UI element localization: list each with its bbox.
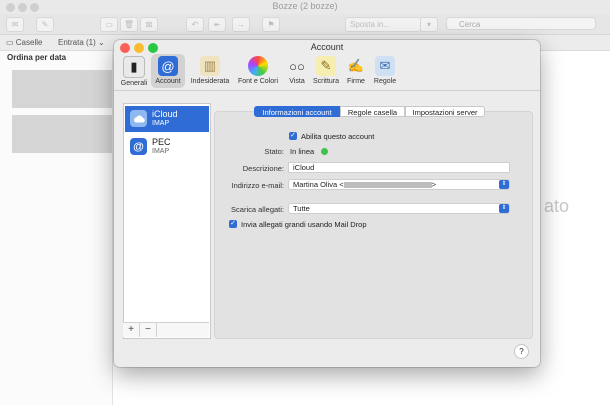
attachments-label: Scarica allegati: <box>231 205 284 214</box>
trash-icon: ▥ <box>200 56 220 76</box>
email-label: Indirizzo e-mail: <box>231 181 284 190</box>
rules-envelope-icon: ✉ <box>375 56 395 76</box>
toolbar-generali[interactable]: ▮ Generali <box>116 56 152 87</box>
remove-account-button[interactable]: − <box>140 323 157 337</box>
search-input[interactable]: Cerca <box>446 17 596 30</box>
at-icon: @ <box>130 138 147 155</box>
bg-close-button[interactable] <box>6 3 15 12</box>
enable-account-checkbox[interactable]: ✓ <box>289 132 297 140</box>
move-to-menu[interactable]: Sposta in... <box>345 17 421 32</box>
accounts-list: iCloud IMAP @ PEC IMAP <box>123 103 211 339</box>
status-label: Stato: <box>264 147 284 156</box>
signature-icon: ✍ <box>347 58 365 73</box>
reply-icon[interactable]: ↶ <box>186 17 204 32</box>
message-row[interactable] <box>12 115 112 153</box>
enable-account-label: Abilita questo account <box>301 132 375 141</box>
description-field[interactable]: iCloud <box>288 162 510 173</box>
add-account-button[interactable]: + <box>123 323 140 337</box>
junk-icon[interactable]: ⊠ <box>140 17 158 32</box>
bg-zoom-button[interactable] <box>30 3 39 12</box>
minimize-button[interactable] <box>134 43 144 53</box>
window-title: Account <box>310 42 344 52</box>
zoom-button[interactable] <box>148 43 158 53</box>
compose-icon[interactable]: ✎ <box>36 17 54 32</box>
attachments-value: Tutte <box>293 204 310 213</box>
mailboxes-button[interactable]: ▭ Caselle <box>6 35 42 50</box>
color-wheel-icon <box>248 56 268 76</box>
toolbar-indesiderata[interactable]: ▥ Indesiderata <box>189 56 231 85</box>
switch-icon: ▮ <box>123 56 145 78</box>
email-popup[interactable]: Martina Oliva < > ⇕ <box>288 179 510 190</box>
status-value: In linea <box>290 147 315 156</box>
help-button[interactable]: ? <box>514 344 529 359</box>
account-preferences-window: Account ▮ Generali @ Account ▥ Indesider… <box>114 40 540 367</box>
tab-regole-casella[interactable]: Regole casella <box>340 106 405 117</box>
filter-icon[interactable]: ▾ <box>420 17 438 32</box>
email-name: Martina Oliva < <box>293 180 344 189</box>
viewer-placeholder-text: ato <box>544 196 570 216</box>
maildrop-label: Invia allegati grandi usando Mail Drop <box>241 220 367 229</box>
status-online-dot <box>321 148 328 155</box>
tab-informazioni-account[interactable]: Informazioni account <box>254 106 340 117</box>
toolbar-regole[interactable]: ✉ Regole <box>367 56 403 85</box>
cloud-icon <box>130 110 147 127</box>
at-icon: @ <box>158 56 178 76</box>
glasses-icon: ○○ <box>289 58 305 74</box>
email-close-bracket: > <box>431 180 437 189</box>
tab-impostazioni-server[interactable]: Impostazioni server <box>405 106 485 117</box>
bg-minimize-button[interactable] <box>18 3 27 12</box>
reply-all-icon[interactable]: ↞ <box>208 17 226 32</box>
forward-icon[interactable]: → <box>232 17 250 32</box>
accounts-list-footer: + − <box>123 322 209 337</box>
attachments-popup[interactable]: Tutte ⇕ <box>288 203 510 214</box>
background-toolbar: ✉ ✎ ▭ 🗑 ⊠ ↶ ↞ → ⚑ Sposta in... ▾ Cerca <box>0 14 610 35</box>
description-label: Descrizione: <box>242 164 284 173</box>
toolbar-account[interactable]: @ Account <box>150 56 186 85</box>
message-row[interactable] <box>12 70 112 108</box>
toolbar-divider <box>114 90 540 91</box>
background-window-title: Bozze (2 bozze) <box>0 0 610 14</box>
sort-menu[interactable]: Ordina per data <box>7 53 66 62</box>
close-button[interactable] <box>120 43 130 53</box>
redacted-email <box>343 182 432 189</box>
get-mail-icon[interactable]: ✉ <box>6 17 24 32</box>
inbox-button[interactable]: Entrata (1) ⌄ <box>58 35 105 50</box>
toolbar-font-colori[interactable]: Font e Colori <box>235 56 281 85</box>
archive-icon[interactable]: ▭ <box>100 17 118 32</box>
chevron-updown-icon: ⇕ <box>499 204 509 213</box>
trash-icon[interactable]: 🗑 <box>120 17 138 32</box>
account-item-icloud[interactable]: iCloud IMAP <box>125 106 209 132</box>
maildrop-checkbox[interactable]: ✓ <box>229 220 237 228</box>
chevron-updown-icon: ⇕ <box>499 180 509 189</box>
pencil-icon: ✎ <box>316 56 336 76</box>
flag-icon[interactable]: ⚑ <box>262 17 280 32</box>
